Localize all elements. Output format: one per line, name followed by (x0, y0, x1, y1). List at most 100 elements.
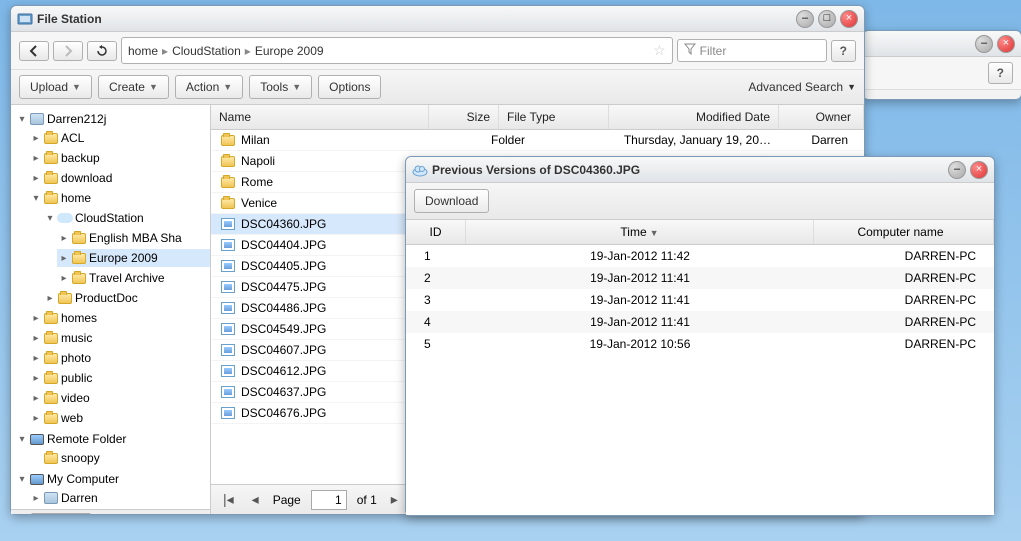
folder-icon (58, 293, 72, 304)
tree-root-remote[interactable]: ▾Remote Folder (15, 430, 210, 448)
folder-icon (44, 313, 58, 324)
window-title: File Station (37, 12, 796, 26)
tree-node[interactable]: ▸photo (29, 349, 210, 367)
cloud-icon (412, 162, 428, 178)
tree-node[interactable]: ▸download (29, 169, 210, 187)
tree-node[interactable]: ▸web (29, 409, 210, 427)
forward-button[interactable] (53, 41, 83, 61)
image-file-icon (221, 365, 235, 377)
version-row[interactable]: 419-Jan-2012 11:41DARREN-PC (406, 311, 994, 333)
app-icon (17, 11, 33, 27)
version-row[interactable]: 519-Jan-2012 10:56DARREN-PC (406, 333, 994, 355)
dropdown-icon: ▼ (149, 82, 158, 92)
folder-icon (221, 135, 235, 146)
image-file-icon (221, 302, 235, 314)
advanced-search-link[interactable]: Advanced Search ▼ (748, 80, 856, 94)
folder-icon (44, 393, 58, 404)
upload-button[interactable]: Upload▼ (19, 75, 92, 99)
tree-root-computer[interactable]: ▾My Computer (15, 470, 210, 488)
tools-button[interactable]: Tools▼ (249, 75, 312, 99)
minimize-button[interactable]: – (975, 35, 993, 53)
col-id[interactable]: ID (406, 220, 466, 244)
prev-page-button[interactable]: ◂ (248, 489, 263, 510)
refresh-button[interactable] (87, 41, 117, 61)
close-button[interactable]: × (840, 10, 858, 28)
folder-icon (44, 153, 58, 164)
breadcrumb-seg[interactable]: CloudStation (172, 44, 241, 58)
tree-node[interactable]: ▾home (29, 189, 210, 207)
action-toolbar: Upload▼ Create▼ Action▼ Tools▼ Options A… (11, 70, 864, 105)
close-button[interactable]: × (997, 35, 1015, 53)
chevron-down-icon: ▼ (847, 82, 856, 92)
first-page-button[interactable]: |◂ (219, 489, 238, 510)
titlebar[interactable]: Previous Versions of DSC04360.JPG – × (406, 157, 994, 183)
col-modified[interactable]: Modified Date (609, 105, 779, 129)
create-button[interactable]: Create▼ (98, 75, 169, 99)
favorite-icon[interactable]: ☆ (653, 42, 666, 59)
columns-header[interactable]: ID Time▼ Computer name (406, 220, 994, 245)
minimize-button[interactable]: – (948, 161, 966, 179)
file-row[interactable]: MilanFolderThursday, January 19, 20…Darr… (211, 130, 864, 151)
col-computer[interactable]: Computer name (814, 220, 994, 244)
options-button[interactable]: Options (318, 75, 381, 99)
filter-input[interactable]: Filter (677, 39, 827, 62)
tree-node[interactable]: ▸Darren (29, 489, 210, 507)
tree-node[interactable]: ▸video (29, 389, 210, 407)
titlebar[interactable]: File Station – □ × (11, 6, 864, 32)
version-row[interactable]: 119-Jan-2012 11:42DARREN-PC (406, 245, 994, 267)
action-button[interactable]: Action▼ (175, 75, 243, 99)
tree-node[interactable]: snoopy (29, 449, 210, 467)
monitor-icon (30, 434, 44, 445)
folder-tree[interactable]: ▾Darren212j ▸ACL ▸backup ▸download ▾home ▾Cl… (11, 105, 211, 514)
version-row[interactable]: 319-Jan-2012 11:41DARREN-PC (406, 289, 994, 311)
monitor-icon (30, 474, 44, 485)
disk-icon (30, 113, 44, 125)
folder-icon (44, 453, 58, 464)
tree-scrollbar[interactable] (11, 509, 210, 514)
tree-root[interactable]: ▾Darren212j (15, 110, 210, 128)
col-name[interactable]: Name (211, 105, 429, 129)
image-file-icon (221, 260, 235, 272)
folder-icon (44, 193, 58, 204)
minimize-button[interactable]: – (796, 10, 814, 28)
maximize-button[interactable]: □ (818, 10, 836, 28)
tree-node[interactable]: ▸music (29, 329, 210, 347)
chevron-right-icon: ▸ (162, 44, 168, 58)
folder-icon (44, 133, 58, 144)
folder-icon (221, 198, 235, 209)
breadcrumb-seg[interactable]: home (128, 44, 158, 58)
breadcrumb-seg[interactable]: Europe 2009 (255, 44, 324, 58)
tree-node[interactable]: ▸Travel Archive (57, 269, 210, 287)
breadcrumb[interactable]: home ▸ CloudStation ▸ Europe 2009 ☆ (121, 37, 673, 64)
folder-icon (72, 253, 86, 264)
image-file-icon (221, 386, 235, 398)
col-time[interactable]: Time▼ (466, 220, 814, 244)
background-window: – × ? (862, 30, 1021, 100)
back-button[interactable] (19, 41, 49, 61)
next-page-button[interactable]: ▸ (387, 489, 402, 510)
help-button[interactable]: ? (988, 62, 1013, 84)
download-button[interactable]: Download (414, 189, 489, 213)
page-input[interactable] (311, 490, 347, 510)
folder-icon (221, 156, 235, 167)
help-button[interactable]: ? (831, 40, 856, 62)
tree-node[interactable]: ▸homes (29, 309, 210, 327)
col-filetype[interactable]: File Type (499, 105, 609, 129)
tree-node[interactable]: ▸Europe 2009 (57, 249, 210, 267)
tree-node[interactable]: ▸English MBA Sha (57, 229, 210, 247)
tree-node[interactable]: ▸backup (29, 149, 210, 167)
image-file-icon (221, 218, 235, 230)
tree-node[interactable]: ▸public (29, 369, 210, 387)
dropdown-icon: ▼ (223, 82, 232, 92)
dropdown-icon: ▼ (292, 82, 301, 92)
columns-header[interactable]: Name Size File Type Modified Date Owner (211, 105, 864, 130)
filter-icon (684, 43, 696, 58)
version-row[interactable]: 219-Jan-2012 11:41DARREN-PC (406, 267, 994, 289)
col-owner[interactable]: Owner (779, 105, 864, 129)
col-size[interactable]: Size (429, 105, 499, 129)
close-button[interactable]: × (970, 161, 988, 179)
folder-icon (44, 413, 58, 424)
tree-node[interactable]: ▾CloudStation (43, 209, 210, 227)
tree-node[interactable]: ▸ACL (29, 129, 210, 147)
tree-node[interactable]: ▸ProductDoc (43, 289, 210, 307)
